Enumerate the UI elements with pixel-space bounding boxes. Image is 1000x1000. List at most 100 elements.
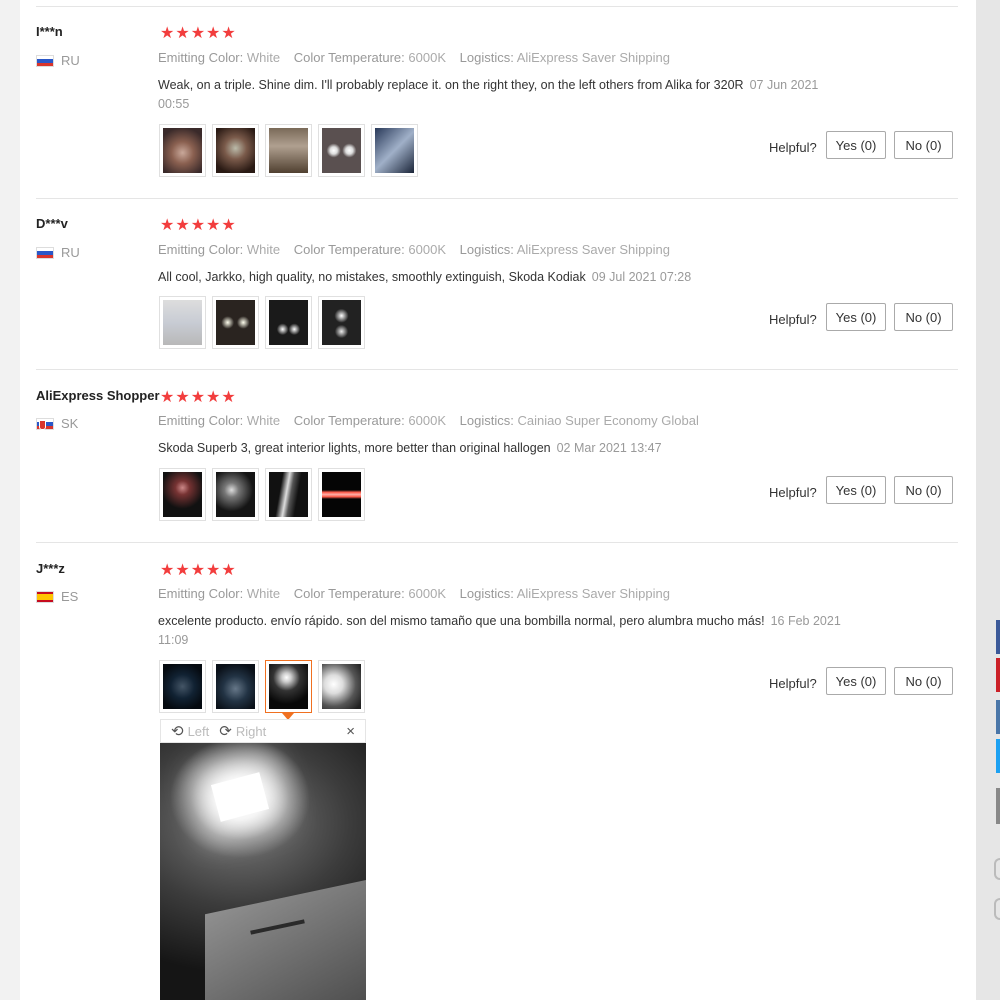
logistics-value: AliExpress Saver Shipping: [516, 50, 670, 65]
rotate-right-icon[interactable]: ⟳: [219, 722, 232, 740]
country-code: SK: [61, 416, 79, 431]
color-temperature-key: Color Temperature:: [293, 50, 405, 65]
star-rating: ★★★★★: [160, 562, 237, 579]
reviewer-country: SK: [36, 416, 78, 431]
helpful-yes-button[interactable]: Yes (0): [826, 131, 886, 159]
review-photo-thumb[interactable]: [265, 296, 312, 349]
review-photo-thumb[interactable]: [159, 468, 206, 521]
rotate-left-icon[interactable]: ⟲: [171, 722, 184, 740]
review-body: Weak, on a triple. Shine dim. I'll proba…: [158, 78, 744, 92]
star-rating: ★★★★★: [160, 25, 237, 42]
emitting-color-key: Emitting Color:: [158, 586, 244, 601]
review-photo-thumb-selected[interactable]: [265, 660, 312, 713]
divider: [36, 198, 958, 199]
review-body: Skoda Superb 3, great interior lights, m…: [158, 441, 551, 455]
share-vk-icon[interactable]: [996, 700, 1000, 734]
review-attributes: Emitting Color: White Color Temperature:…: [158, 242, 680, 257]
helpful-no-button[interactable]: No (0): [894, 131, 953, 159]
reviewer-name: I***n: [36, 24, 63, 39]
photo-detail: [205, 871, 366, 1000]
scroll-top-icon[interactable]: [994, 858, 1000, 880]
review-text: Skoda Superb 3, great interior lights, m…: [158, 439, 848, 458]
reviewer-country: ES: [36, 589, 78, 604]
review-text: All cool, Jarkko, high quality, no mista…: [158, 268, 848, 287]
review-photo-thumb[interactable]: [318, 296, 365, 349]
country-code: ES: [61, 589, 79, 604]
review-text: excelente producto. envío rápido. son de…: [158, 612, 848, 650]
reviewer-country: RU: [36, 245, 80, 260]
logistics-key: Logistics:: [459, 50, 514, 65]
slovakia-flag-icon: [36, 417, 54, 430]
divider: [36, 542, 958, 543]
color-temperature-key: Color Temperature:: [293, 586, 405, 601]
spain-flag-icon: [36, 590, 54, 603]
review-photo-thumb[interactable]: [212, 468, 259, 521]
review-text: Weak, on a triple. Shine dim. I'll proba…: [158, 76, 848, 114]
emitting-color-value: White: [246, 242, 281, 257]
rotate-left-button[interactable]: Left: [188, 724, 210, 739]
reviewer-name: D***v: [36, 216, 68, 231]
share-more-icon[interactable]: [996, 788, 1000, 824]
helpful-yes-button[interactable]: Yes (0): [826, 303, 886, 331]
review-photo-thumb[interactable]: [212, 296, 259, 349]
review-photo-thumb[interactable]: [159, 124, 206, 177]
photo-detail: [210, 772, 270, 822]
helpful-no-button[interactable]: No (0): [894, 667, 953, 695]
feedback-icon[interactable]: [994, 898, 1000, 920]
photo-viewer-toolbar: ⟲ Left ⟳ Right ×: [160, 719, 366, 743]
rotate-right-button[interactable]: Right: [236, 724, 266, 739]
emitting-color-value: White: [246, 413, 281, 428]
russia-flag-icon: [36, 246, 54, 259]
review-photo-thumb[interactable]: [265, 124, 312, 177]
review-attributes: Emitting Color: White Color Temperature:…: [158, 586, 680, 601]
helpful-yes-button[interactable]: Yes (0): [826, 476, 886, 504]
share-pinterest-icon[interactable]: [996, 658, 1000, 692]
review-photo-thumb[interactable]: [318, 468, 365, 521]
review-photos: [159, 660, 365, 713]
review-body: excelente producto. envío rápido. son de…: [158, 614, 765, 628]
review-photo-thumb[interactable]: [265, 468, 312, 521]
helpful-no-button[interactable]: No (0): [894, 303, 953, 331]
review-attributes: Emitting Color: White Color Temperature:…: [158, 50, 680, 65]
review-date: 02 Mar 2021 13:47: [556, 441, 662, 455]
review-photo-thumb[interactable]: [212, 124, 259, 177]
divider: [36, 369, 958, 370]
review-body: All cool, Jarkko, high quality, no mista…: [158, 270, 586, 284]
logistics-value: AliExpress Saver Shipping: [516, 242, 670, 257]
helpful-no-button[interactable]: No (0): [894, 476, 953, 504]
share-facebook-icon[interactable]: [996, 620, 1000, 654]
country-code: RU: [61, 53, 80, 68]
russia-flag-icon: [36, 54, 54, 67]
helpful-yes-button[interactable]: Yes (0): [826, 667, 886, 695]
divider: [36, 6, 958, 7]
star-rating: ★★★★★: [160, 217, 237, 234]
emitting-color-key: Emitting Color:: [158, 242, 244, 257]
review-date: 09 Jul 2021 07:28: [591, 270, 692, 284]
logistics-key: Logistics:: [459, 586, 514, 601]
page-gutter: [976, 0, 1000, 1000]
review-photo-thumb[interactable]: [159, 660, 206, 713]
color-temperature-value: 6000K: [408, 586, 446, 601]
helpful-label: Helpful?: [769, 312, 817, 327]
share-twitter-icon[interactable]: [996, 739, 1000, 773]
review-attributes: Emitting Color: White Color Temperature:…: [158, 413, 709, 428]
emitting-color-value: White: [246, 50, 281, 65]
reviewer-name: J***z: [36, 561, 65, 576]
review-photo-thumb[interactable]: [371, 124, 418, 177]
star-rating: ★★★★★: [160, 389, 237, 406]
review-photos: [159, 296, 365, 349]
review-photos: [159, 124, 418, 177]
emitting-color-key: Emitting Color:: [158, 413, 244, 428]
review-photo-thumb[interactable]: [318, 660, 365, 713]
emitting-color-key: Emitting Color:: [158, 50, 244, 65]
close-icon[interactable]: ×: [346, 723, 355, 740]
reviewer-country: RU: [36, 53, 80, 68]
review-photo-thumb[interactable]: [318, 124, 365, 177]
color-temperature-key: Color Temperature:: [293, 413, 405, 428]
emitting-color-value: White: [246, 586, 281, 601]
review-photo-thumb[interactable]: [159, 296, 206, 349]
color-temperature-value: 6000K: [408, 242, 446, 257]
review-photos: [159, 468, 365, 521]
color-temperature-value: 6000K: [408, 413, 446, 428]
review-photo-thumb[interactable]: [212, 660, 259, 713]
